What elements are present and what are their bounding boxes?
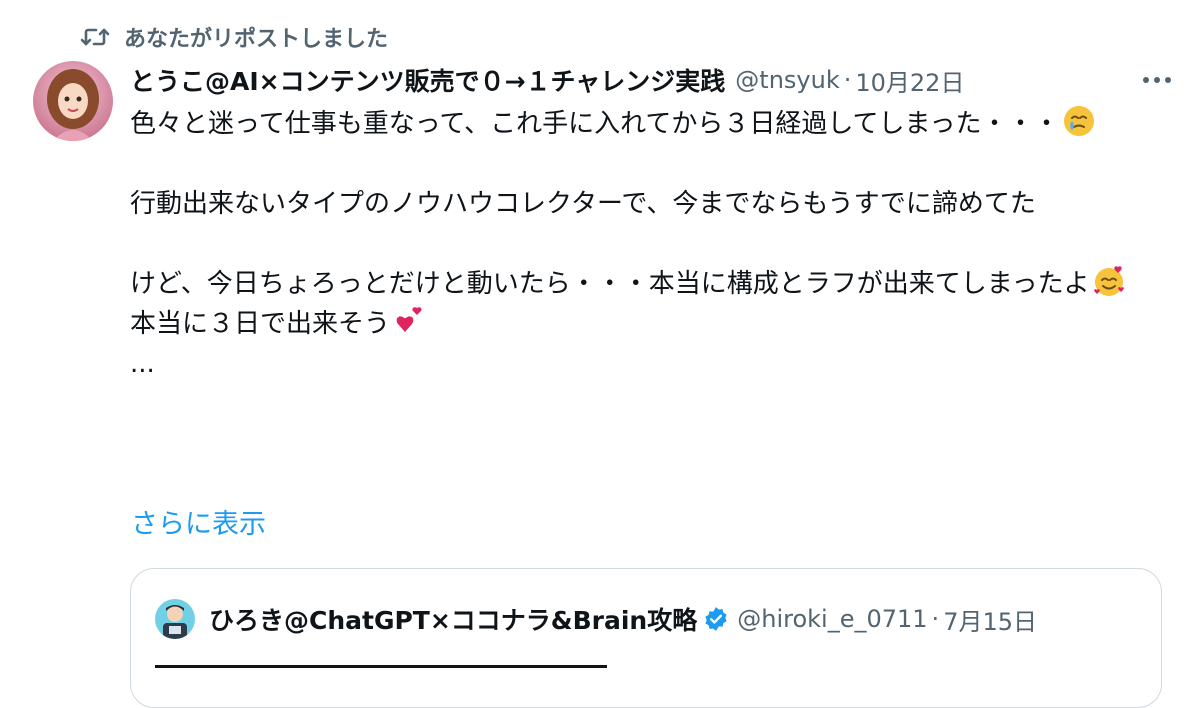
quoted-post-date[interactable]: 7月15日 bbox=[943, 602, 1037, 637]
quoted-author-name[interactable]: ひろき@ChatGPT×ココナラ&Brain攻略 bbox=[209, 601, 697, 637]
author-name[interactable]: とうこ@AI×コンテンツ販売で０→１チャレンジ実践 bbox=[130, 62, 725, 98]
tweet-paragraph: 行動出来ないタイプのノウハウコレクターで、今までならもうすでに諦めてた bbox=[130, 189, 1036, 219]
two-hearts-emoji bbox=[392, 304, 426, 338]
author-avatar[interactable] bbox=[33, 61, 113, 141]
repost-indicator[interactable]: あなたがリポストしました bbox=[80, 20, 388, 54]
show-more-link[interactable]: さらに表示 bbox=[131, 502, 266, 541]
separator-dot: · bbox=[843, 66, 852, 94]
repost-label: あなたがリポストしました bbox=[124, 27, 389, 52]
quoted-text-divider-line bbox=[155, 665, 607, 668]
author-handle[interactable]: @tnsyuk bbox=[735, 66, 839, 94]
repost-icon bbox=[80, 25, 110, 49]
tweet-paragraph: 色々と迷って仕事も重なって、これ手に入れてから３日経過してしまった・・・ bbox=[130, 104, 1160, 144]
face-holding-back-tears-emoji bbox=[1062, 104, 1096, 138]
verified-badge-icon bbox=[703, 606, 729, 632]
quoted-author-avatar[interactable] bbox=[155, 599, 195, 639]
tweet-paragraph-text: 色々と迷って仕事も重なって、これ手に入れてから３日経過してしまった・・・ bbox=[130, 109, 1060, 139]
smiling-face-with-hearts-emoji bbox=[1092, 264, 1126, 298]
quoted-tweet-card[interactable]: ひろき@ChatGPT×ココナラ&Brain攻略 @hiroki_e_0711 … bbox=[130, 568, 1162, 708]
quoted-author-handle[interactable]: @hiroki_e_0711 bbox=[737, 605, 927, 633]
quoted-tweet-header: ひろき@ChatGPT×ココナラ&Brain攻略 @hiroki_e_0711 … bbox=[155, 597, 1145, 641]
tweet-paragraph-text: 本当に３日で出来そう bbox=[130, 309, 391, 339]
tweet-text: 色々と迷って仕事も重なって、これ手に入れてから３日経過してしまった・・・ 行動出… bbox=[130, 104, 1160, 384]
more-options-icon[interactable] bbox=[1139, 66, 1175, 94]
post-date[interactable]: 10月22日 bbox=[855, 63, 964, 98]
tweet-paragraph: 本当に３日で出来そう bbox=[130, 304, 1160, 344]
tweet-ellipsis: ... bbox=[130, 349, 155, 379]
tweet-paragraph: けど、今日ちょろっとだけと動いたら・・・本当に構成とラフが出来てしまったよ bbox=[130, 264, 1160, 304]
tweet-header: とうこ@AI×コンテンツ販売で０→１チャレンジ実践 @tnsyuk · 10月2… bbox=[130, 60, 1175, 100]
separator-dot: · bbox=[931, 605, 940, 633]
tweet-paragraph-text: けど、今日ちょろっとだけと動いたら・・・本当に構成とラフが出来てしまったよ bbox=[130, 269, 1090, 299]
